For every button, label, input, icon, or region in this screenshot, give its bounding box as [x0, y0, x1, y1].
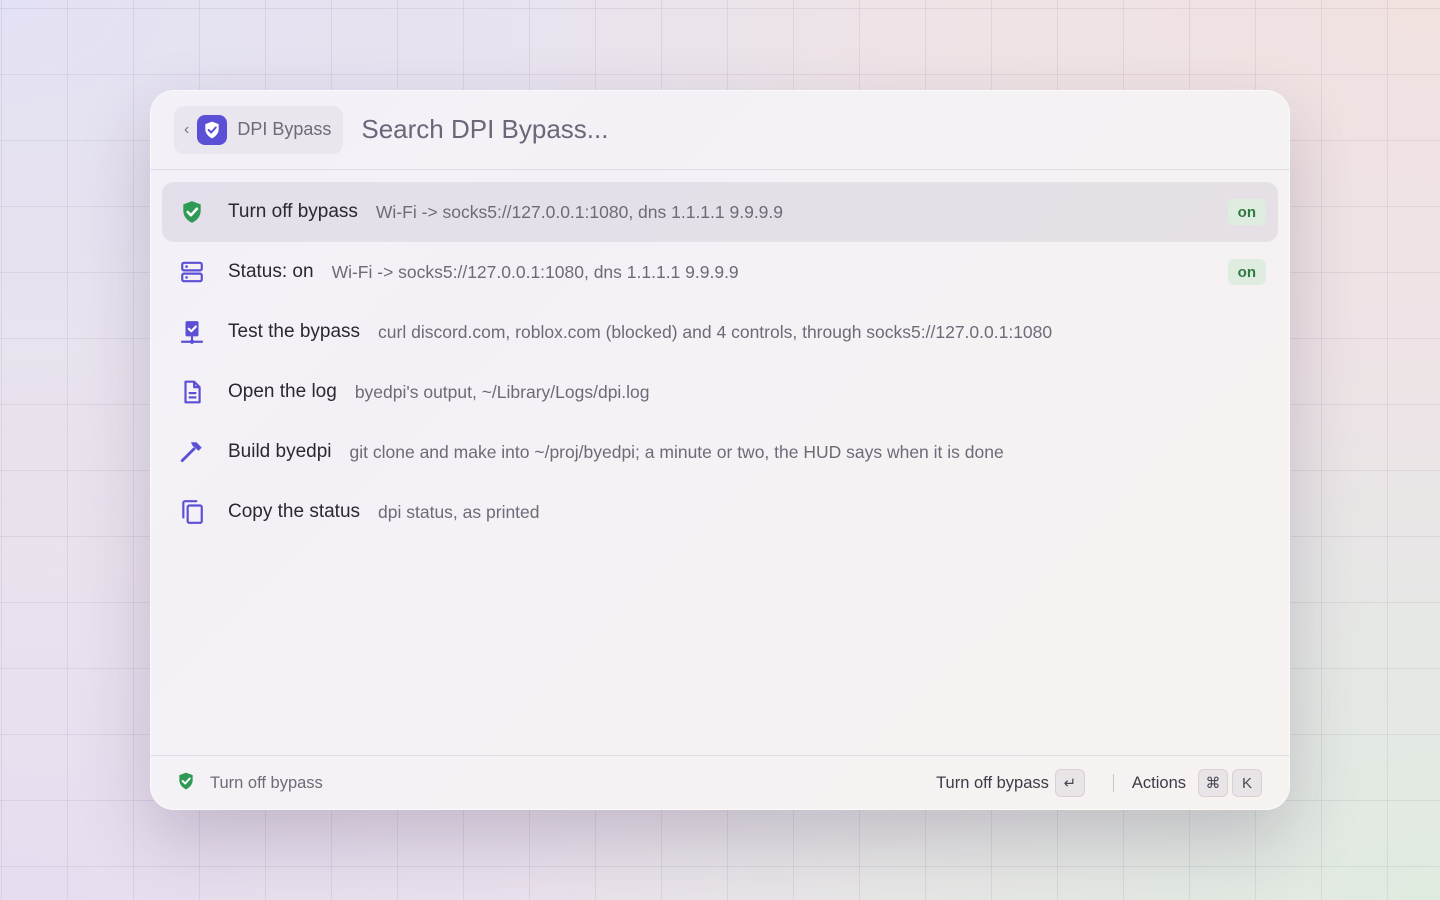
launcher-window: ‹ DPI Bypass Turn off bypass Wi-Fi -> so…: [150, 90, 1290, 810]
selected-item-label: Turn off bypass: [210, 773, 323, 792]
status-badge: on: [1227, 259, 1266, 285]
item-title: Open the log: [228, 381, 337, 402]
item-title: Copy the status: [228, 501, 361, 522]
item-title: Turn off bypass: [228, 201, 358, 222]
item-title: Test the bypass: [228, 321, 361, 342]
footer-actions: Turn off bypass ↵ Actions ⌘ K: [936, 769, 1262, 797]
command-list: Turn off bypass Wi-Fi -> socks5://127.0.…: [150, 170, 1290, 542]
item-subtitle: git clone and make into ~/proj/byedpi; a…: [349, 441, 1004, 462]
list-item-build-byedpi[interactable]: Build byedpi git clone and make into ~/p…: [162, 422, 1278, 482]
divider: [1112, 774, 1114, 792]
command-key-hint: ⌘: [1198, 769, 1228, 797]
breadcrumb-app-name: DPI Bypass: [237, 119, 332, 139]
copy-icon: [178, 498, 206, 526]
chevron-left-icon: ‹: [184, 120, 190, 138]
item-subtitle: Wi-Fi -> socks5://127.0.0.1:1080, dns 1.…: [375, 201, 784, 222]
k-key-hint: K: [1232, 769, 1262, 797]
selected-item-indicator: Turn off bypass: [176, 771, 323, 796]
item-title: Build byedpi: [228, 441, 332, 462]
document-icon: [178, 378, 206, 406]
item-subtitle: byedpi's output, ~/Library/Logs/dpi.log: [354, 381, 650, 402]
list-item-test-bypass[interactable]: Test the bypass curl discord.com, roblox…: [162, 302, 1278, 362]
item-subtitle: Wi-Fi -> socks5://127.0.0.1:1080, dns 1.…: [331, 261, 739, 282]
shield-check-icon: [197, 114, 228, 145]
search-input[interactable]: [361, 114, 1290, 145]
top-bar: ‹ DPI Bypass: [150, 90, 1290, 170]
enter-key-hint: ↵: [1054, 769, 1085, 797]
list-item-turn-off-bypass[interactable]: Turn off bypass Wi-Fi -> socks5://127.0.…: [162, 182, 1278, 242]
actions-button[interactable]: Actions: [1132, 774, 1186, 793]
action-bar: Turn off bypass Turn off bypass ↵ Action…: [150, 755, 1290, 810]
item-title: Status: on: [228, 261, 314, 282]
shield-check-icon: [176, 771, 196, 796]
status-badge: on: [1227, 199, 1266, 225]
breadcrumb-back-button[interactable]: ‹ DPI Bypass: [174, 105, 344, 154]
item-subtitle: dpi status, as printed: [378, 501, 540, 522]
primary-action-button[interactable]: Turn off bypass: [936, 774, 1049, 793]
hammer-icon: [178, 438, 206, 466]
shield-check-icon: [178, 198, 206, 226]
list-item-status[interactable]: Status: on Wi-Fi -> socks5://127.0.0.1:1…: [162, 242, 1278, 302]
server-icon: [178, 258, 206, 286]
network-check-icon: [178, 318, 206, 346]
item-subtitle: curl discord.com, roblox.com (blocked) a…: [378, 321, 1053, 342]
list-item-copy-status[interactable]: Copy the status dpi status, as printed: [162, 482, 1278, 542]
list-item-open-log[interactable]: Open the log byedpi's output, ~/Library/…: [162, 362, 1278, 422]
